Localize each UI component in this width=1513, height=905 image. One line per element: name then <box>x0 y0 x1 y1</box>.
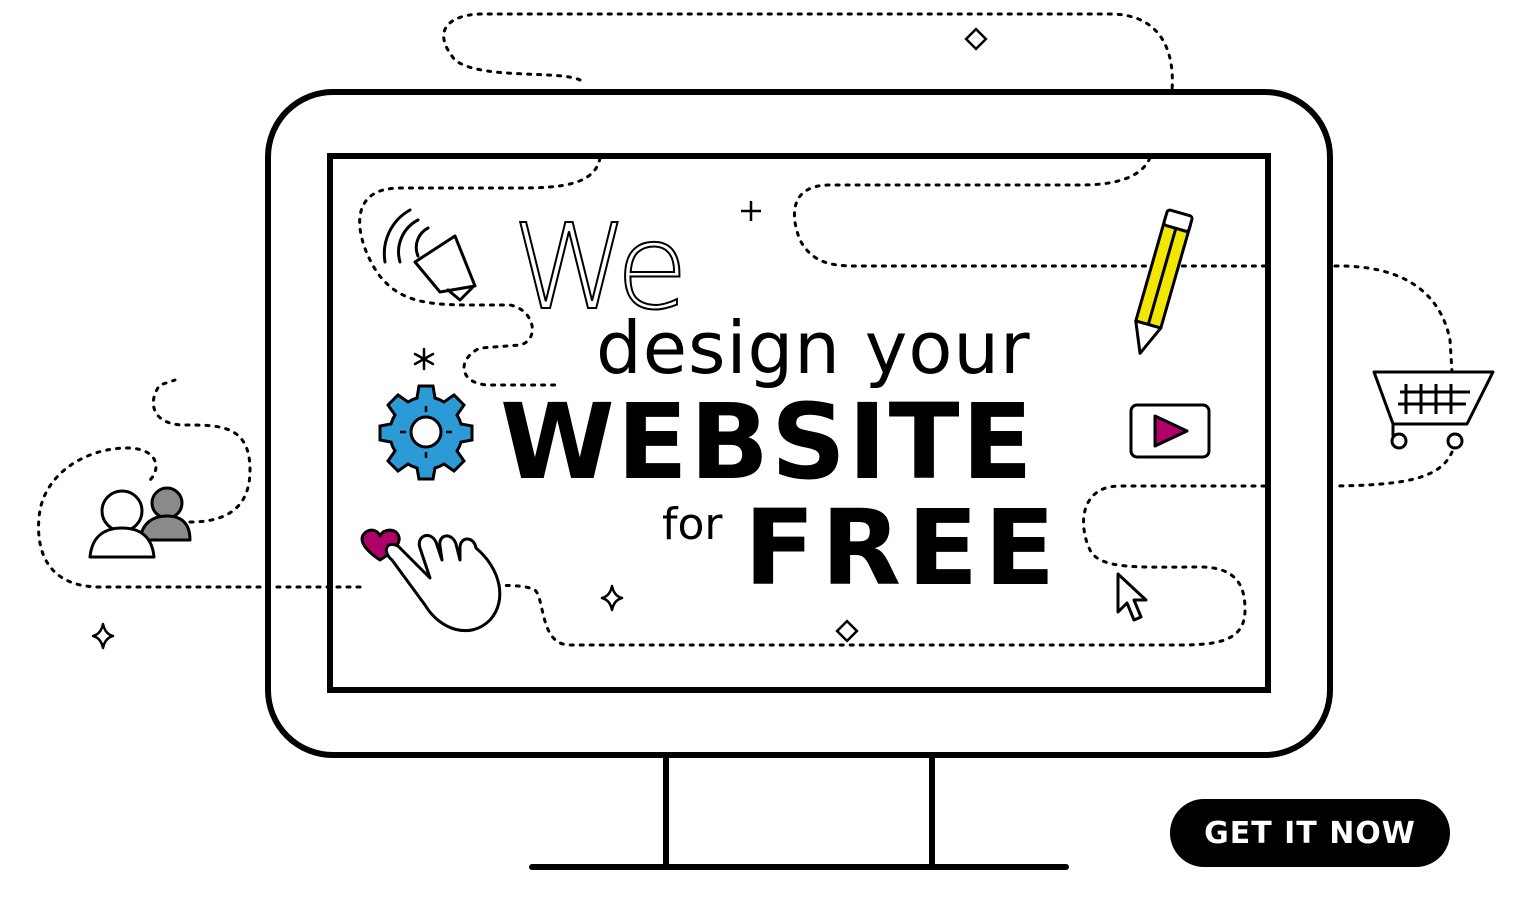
get-it-now-button[interactable]: GET IT NOW <box>1170 799 1450 867</box>
pencil-icon <box>1134 208 1194 355</box>
shopping-cart-icon <box>1372 370 1495 450</box>
megaphone-icon <box>382 208 477 302</box>
sparkle-icon <box>91 622 115 650</box>
sparkle-icon <box>600 584 624 612</box>
gear-icon <box>378 384 474 481</box>
play-icon <box>1129 403 1211 459</box>
heart-hand-icon <box>360 528 502 633</box>
headline-website: WEBSITE <box>500 381 1035 503</box>
headline-design-your: design your <box>596 306 1031 390</box>
asterisk-icon <box>413 347 435 371</box>
headline-for: for <box>662 499 723 550</box>
headline-free: FREE <box>744 487 1062 609</box>
diamond-icon <box>964 27 988 51</box>
users-icon <box>88 486 192 559</box>
diamond-icon <box>835 619 859 643</box>
plus-icon <box>741 201 761 221</box>
cursor-icon <box>1116 572 1148 622</box>
